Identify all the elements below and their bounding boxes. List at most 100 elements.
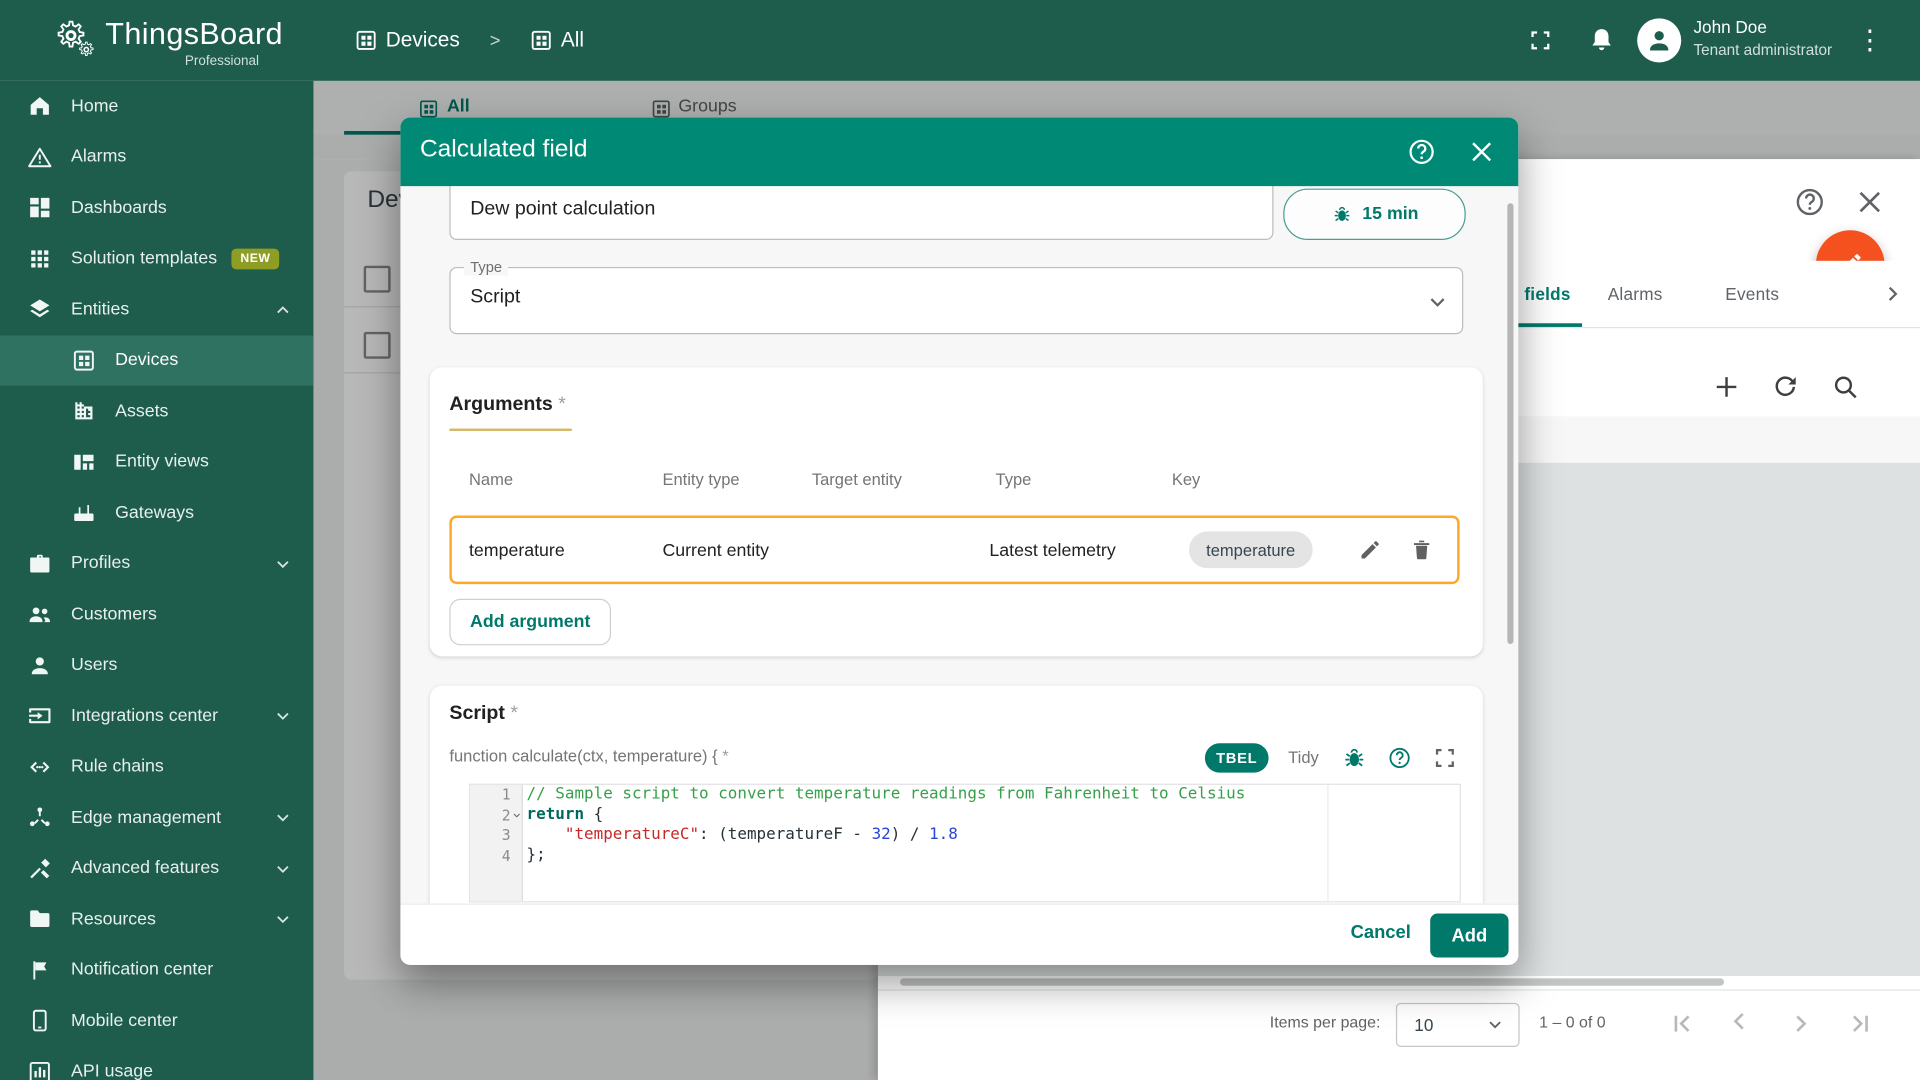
sidebar-item-mobile-center[interactable]: Mobile center [0,996,313,1047]
dialog-footer: Cancel Add [400,904,1518,965]
add-calculated-field-icon[interactable] [1712,372,1741,401]
entity-views-icon [71,449,97,475]
pagination-bar: Items per page: 10 1 – 0 of 0 [878,989,1920,1080]
script-section: Script * function calculate(ctx, tempera… [430,686,1483,904]
sidebar-item-assets[interactable]: Assets [0,386,313,437]
alarm-icon [27,144,53,170]
brand-subtitle: Professional [185,54,259,69]
code-line: 2 return { [470,805,1459,825]
horizontal-scrollbar[interactable] [900,978,1724,985]
cancel-button[interactable]: Cancel [1351,922,1411,943]
drawer-help-icon[interactable] [1794,186,1826,218]
sidebar-item-gateways[interactable]: Gateways [0,487,313,538]
code-line: 3 "temperatureC": (temperatureF - 32) / … [470,825,1459,845]
code-line: 1 // Sample script to convert temperatur… [470,785,1459,805]
name-input[interactable] [468,178,1257,242]
new-badge: NEW [232,248,279,269]
items-per-page-select[interactable]: 10 [1396,1003,1520,1047]
dialog-close-icon[interactable] [1467,137,1496,166]
refresh-icon[interactable] [1771,372,1800,401]
customers-icon [27,602,53,628]
sidebar-item-customers[interactable]: Customers [0,589,313,640]
api-usage-icon [27,1059,53,1080]
tab-alarms[interactable]: Alarms [1608,284,1663,304]
home-icon [27,93,53,119]
tabs-scroll-right-icon[interactable] [1880,280,1907,307]
edit-argument-pencil-icon[interactable] [1358,538,1382,562]
sidebar-item-users[interactable]: Users [0,640,313,691]
column-header-name: Name [469,470,513,488]
sidebar-item-solution-templates[interactable]: Solution templatesNEW [0,233,313,284]
sidebar-item-edge-management[interactable]: Edge management [0,792,313,843]
sidebar-item-dashboards[interactable]: Dashboards [0,182,313,233]
script-help-icon[interactable] [1387,746,1411,770]
column-header-type: Type [996,470,1032,488]
sidebar-item-notification-center[interactable]: Notification center [0,945,313,996]
thingsboard-logo-gear-small-icon [77,40,95,58]
bug-icon [1330,203,1352,225]
script-debug-bug-icon[interactable] [1341,744,1368,771]
editor-fullscreen-icon[interactable] [1431,744,1458,771]
sidebar-item-home[interactable]: Home [0,81,313,132]
top-header: ThingsBoard Professional Devices > All J… [0,0,1920,81]
modal-scrollbar[interactable] [1507,203,1513,644]
breadcrumb-devices[interactable]: Devices [386,28,460,52]
column-header-key: Key [1172,470,1200,488]
last-page-icon[interactable] [1845,1008,1877,1040]
tab-events[interactable]: Events [1725,284,1779,304]
dialog-help-icon[interactable] [1407,137,1436,166]
column-header-entity-type: Entity type [662,470,739,488]
breadcrumb-all[interactable]: All [561,28,584,52]
sidebar-item-integrations-center[interactable]: Integrations center [0,691,313,742]
rule-chains-icon [27,754,53,780]
dialog-title: Calculated field [420,136,587,164]
argument-row[interactable]: temperature Current entity Latest teleme… [449,516,1459,585]
chevron-down-icon [272,705,294,727]
users-icon [27,652,53,678]
type-select[interactable]: Script [449,267,1463,334]
next-page-icon[interactable] [1785,1008,1817,1040]
debug-mode-button[interactable]: 15 min [1283,189,1465,240]
add-button[interactable]: Add [1430,913,1508,957]
sidebar-item-advanced-features[interactable]: Advanced features [0,843,313,894]
entities-icon [27,297,53,323]
assets-icon [71,398,97,424]
fullscreen-icon[interactable] [1527,27,1554,54]
tidy-button[interactable]: Tidy [1288,748,1319,766]
breadcrumb-devices-icon [354,28,378,52]
sidebar-item-rule-chains[interactable]: Rule chains [0,741,313,792]
breadcrumb-all-icon [529,28,553,52]
sidebar-item-devices[interactable]: Devices [0,335,313,386]
sidebar-item-resources[interactable]: Resources [0,894,313,945]
tbel-toggle[interactable]: TBEL [1205,743,1269,772]
notifications-bell-icon[interactable] [1587,26,1616,55]
delete-argument-trash-icon[interactable] [1409,538,1433,562]
sidebar-item-profiles[interactable]: Profiles [0,538,313,589]
notification-center-icon [27,957,53,983]
chevron-up-icon [272,299,294,321]
stage: ThingsBoard Professional Devices > All J… [0,0,1920,1080]
type-select-value: Script [470,287,520,309]
sidebar-item-entity-views[interactable]: Entity views [0,437,313,488]
pagination-range-label: 1 – 0 of 0 [1539,1013,1605,1031]
dialog-header: Calculated field [400,118,1518,187]
edge-management-icon [27,805,53,831]
column-header-target-entity: Target entity [812,470,902,488]
first-page-icon[interactable] [1665,1008,1697,1040]
drawer-close-icon[interactable] [1854,186,1886,218]
header-kebab-menu-icon[interactable]: ⋮ [1856,22,1883,59]
user-avatar[interactable] [1637,18,1681,62]
add-argument-button[interactable]: Add argument [449,599,611,646]
chevron-down-icon [272,858,294,880]
sidebar-item-alarms[interactable]: Alarms [0,132,313,183]
previous-page-icon[interactable] [1725,1008,1757,1040]
sidebar-item-entities[interactable]: Entities [0,284,313,335]
script-code-editor[interactable]: 1 // Sample script to convert temperatur… [469,784,1461,903]
integrations-icon [27,703,53,729]
advanced-features-icon [27,856,53,882]
chevron-down-icon [1424,289,1451,316]
search-icon[interactable] [1831,372,1860,401]
arguments-heading: Arguments * [449,394,565,416]
sidebar-item-api-usage[interactable]: API usage [0,1046,313,1080]
user-role: Tenant administrator [1693,42,1832,59]
